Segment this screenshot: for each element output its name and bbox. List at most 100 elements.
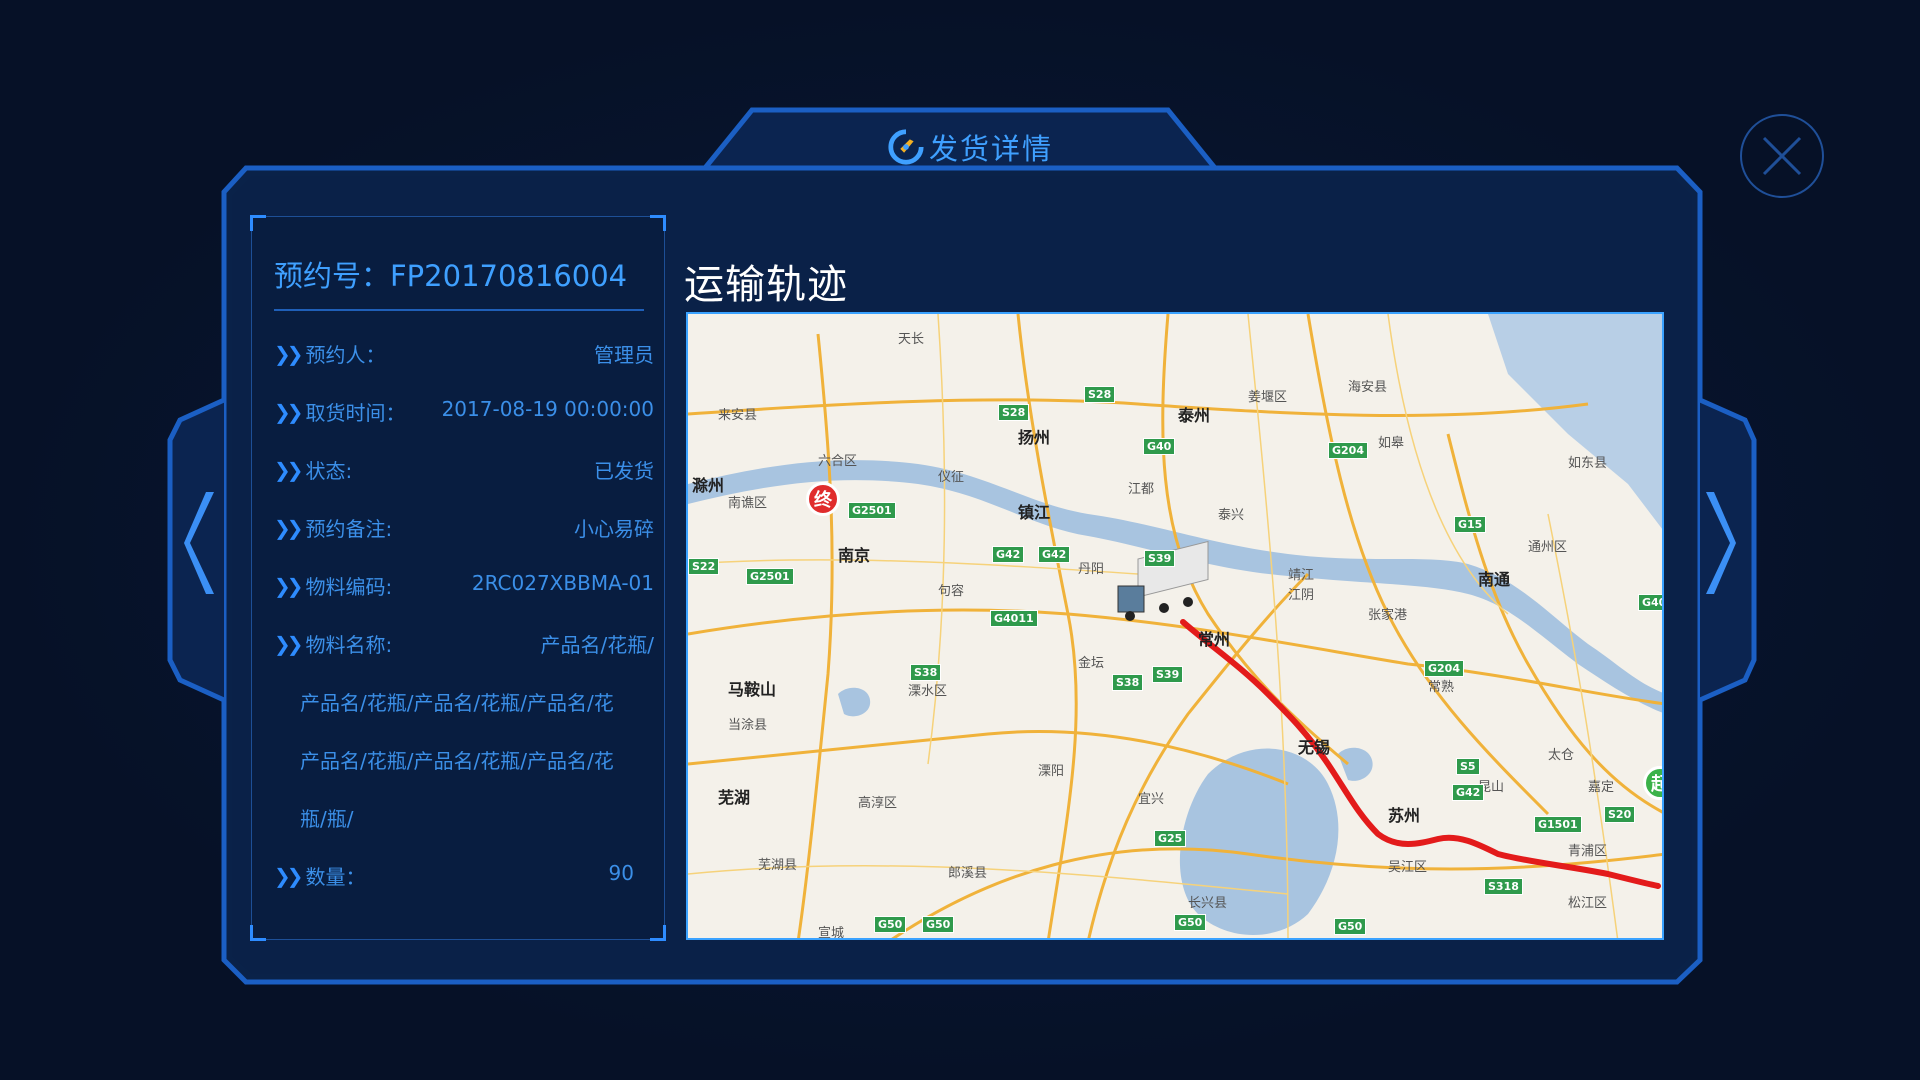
road-shield: G4011 — [990, 610, 1038, 627]
map-place-label: 南谯区 — [728, 496, 768, 511]
field-value: 2017-08-19 00:00:00 — [441, 397, 654, 421]
road-shield: G40 — [1143, 438, 1176, 455]
road-shield: S5 — [1456, 758, 1480, 775]
map-place-label: 六合区 — [818, 454, 858, 469]
map-place-label: 青浦区 — [1568, 844, 1608, 859]
map-place-label: 丹阳 — [1078, 562, 1105, 577]
field-value: 90 — [608, 861, 634, 885]
map-city-label: 无锡 — [1298, 738, 1331, 757]
road-shield: G50 — [1334, 918, 1367, 935]
map-city-label: 南通 — [1478, 570, 1511, 589]
corner-decoration — [250, 215, 266, 231]
previous-arrow-icon[interactable] — [180, 488, 220, 598]
transport-map[interactable]: 扬州 泰州 镇江 南京 常州 南通 无锡 苏州 芜湖 马鞍山 滁州 天长 来安县… — [686, 312, 1664, 940]
map-place-label: 如皋 — [1378, 436, 1405, 451]
map-city-label: 扬州 — [1018, 428, 1051, 447]
field-remark: ❯❯ 预约备注: 小心易碎 — [274, 513, 654, 543]
map-place-label: 通州区 — [1528, 540, 1568, 555]
double-chevron-icon: ❯❯ — [274, 341, 303, 366]
road-shield: S318 — [1484, 878, 1523, 895]
road-shield: G50 — [1174, 914, 1207, 931]
divider — [274, 309, 644, 311]
field-value: 产品名/花瓶/ — [540, 633, 654, 657]
booking-number: 预约号：FP20170816004 — [274, 259, 628, 293]
road-shield: G2501 — [848, 502, 896, 519]
map-place-label: 宜兴 — [1138, 792, 1165, 807]
road-shield: G1501 — [1534, 816, 1582, 833]
close-icon — [1762, 136, 1802, 176]
material-name-line: 产品名/花瓶/产品名/花瓶/产品名/花 — [300, 749, 614, 773]
road-shield: G42 — [992, 546, 1025, 563]
map-place-label: 靖江 — [1288, 568, 1315, 583]
road-shield: G2501 — [746, 568, 794, 585]
map-place-label: 芜湖县 — [758, 858, 798, 873]
map-city-label: 南京 — [838, 546, 871, 565]
field-material-name: ❯❯ 物料名称: 产品名/花瓶/ — [274, 629, 654, 659]
map-place-label: 太仓 — [1548, 748, 1575, 763]
map-place-label: 天长 — [898, 332, 925, 347]
map-place-label: 江都 — [1128, 482, 1155, 497]
next-arrow-icon[interactable] — [1700, 488, 1740, 598]
field-label: 物料名称: — [305, 633, 393, 657]
map-place-label: 高淳区 — [858, 796, 898, 811]
road-shield: G50 — [922, 916, 955, 933]
road-shield: G40 — [1638, 594, 1662, 611]
road-shield: S20 — [1604, 806, 1636, 823]
road-shield: G25 — [1154, 830, 1187, 847]
double-chevron-icon: ❯❯ — [274, 515, 303, 540]
corner-decoration — [650, 925, 666, 941]
map-city-label: 常州 — [1198, 630, 1231, 649]
map-place-label: 宣城 — [818, 926, 845, 940]
road-shield: S38 — [910, 664, 942, 681]
road-shield: S39 — [1152, 666, 1184, 683]
field-label: 预约人： — [305, 343, 386, 367]
dialog-title: 发货详情 — [870, 122, 1070, 172]
field-booker: ❯❯ 预约人： 管理员 — [274, 339, 654, 369]
field-material-code: ❯❯ 物料编码: 2RC027XBBMA-01 — [274, 571, 654, 601]
road-shield: S39 — [1144, 550, 1176, 567]
map-place-label: 姜堰区 — [1248, 390, 1288, 405]
map-place-label: 海安县 — [1348, 380, 1388, 395]
end-marker-icon[interactable]: 终 — [806, 482, 840, 516]
road-shield: G50 — [874, 916, 907, 933]
close-button[interactable] — [1740, 114, 1824, 198]
map-city-label: 苏州 — [1388, 806, 1421, 825]
road-shield: G204 — [1424, 660, 1464, 677]
map-place-label: 嘉定 — [1588, 780, 1615, 795]
field-label: 取货时间： — [305, 401, 406, 425]
material-name-line: 瓶/瓶/ — [300, 807, 354, 831]
map-city-label: 芜湖 — [718, 788, 751, 807]
material-name-line: 产品名/花瓶/产品名/花瓶/产品名/花 — [300, 691, 614, 715]
map-place-label: 长兴县 — [1188, 896, 1228, 911]
map-place-label: 来安县 — [718, 408, 758, 423]
map-place-label: 溧阳 — [1038, 764, 1065, 779]
corner-decoration — [650, 215, 666, 231]
road-shield: G204 — [1328, 442, 1368, 459]
section-title: 运输轨迹 — [684, 262, 848, 308]
road-shield: G42 — [1452, 784, 1485, 801]
map-place-label: 溧水区 — [908, 684, 948, 699]
map-place-label: 泰兴 — [1218, 508, 1245, 523]
shipment-info-panel: 预约号：FP20170816004 ❯❯ 预约人： 管理员 ❯❯ 取货时间： 201… — [250, 215, 666, 941]
map-city-label: 泰州 — [1178, 406, 1211, 425]
map-place-label: 松江区 — [1568, 896, 1608, 911]
map-place-label: 如东县 — [1568, 456, 1608, 471]
dialog-title-text: 发货详情 — [928, 132, 1053, 166]
dialog: 发货详情 预约号：FP20170816004 ❯❯ 预约人： 管理员 ❯❯ 取货时间… — [0, 0, 1920, 1080]
road-shield: G42 — [1038, 546, 1071, 563]
field-value: 2RC027XBBMA-01 — [471, 571, 654, 595]
map-place-label: 吴江区 — [1388, 860, 1428, 875]
map-place-label: 当涂县 — [728, 718, 768, 733]
map-place-label: 句容 — [938, 584, 965, 599]
map-place-label: 张家港 — [1368, 608, 1408, 623]
field-value: 小心易碎 — [574, 517, 654, 541]
field-label: 预约备注: — [305, 517, 393, 541]
map-city-label: 马鞍山 — [728, 680, 777, 699]
double-chevron-icon: ❯❯ — [274, 399, 303, 424]
map-place-label: 江阴 — [1288, 588, 1315, 603]
field-quantity: ❯❯ 数量： 90 — [274, 861, 654, 891]
field-pickup-time: ❯❯ 取货时间： 2017-08-19 00:00:00 — [274, 397, 654, 427]
field-value: 管理员 — [594, 343, 654, 367]
road-shield: S28 — [1084, 386, 1116, 403]
road-shield: S38 — [1112, 674, 1144, 691]
